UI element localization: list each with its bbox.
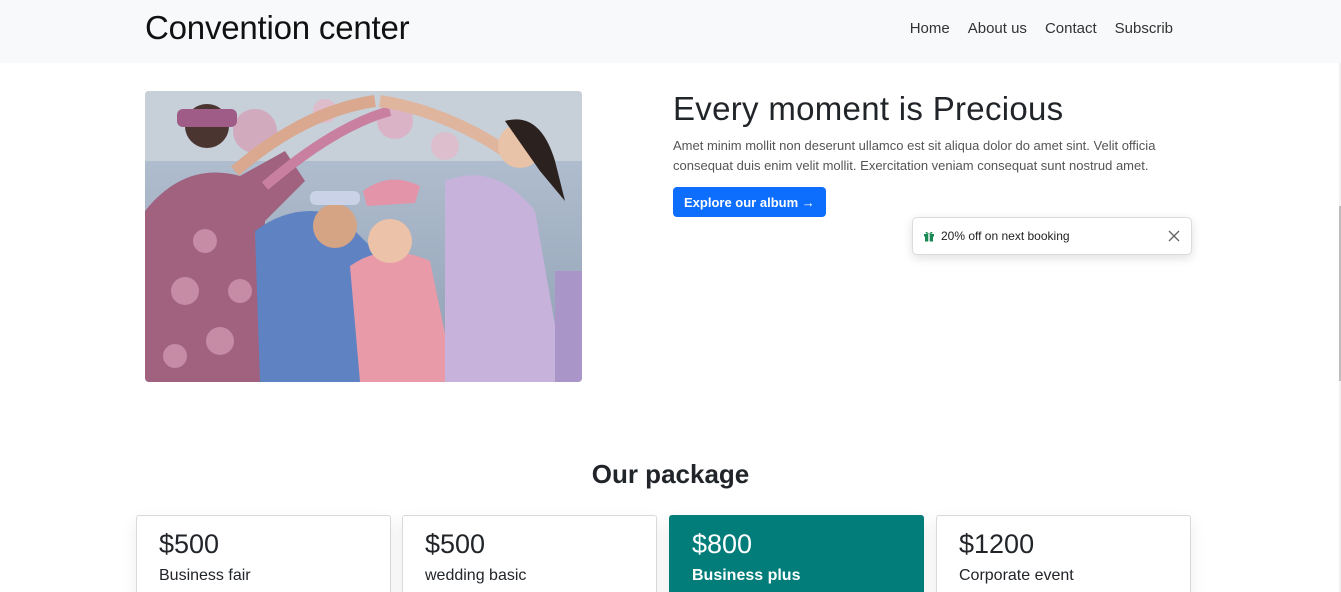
explore-album-button[interactable]: Explore our album → [673,187,826,217]
package-name: Corporate event [959,567,1074,584]
wedding-photo-icon [145,91,582,382]
nav-link-contact[interactable]: Contact [1045,20,1097,37]
package-card-business-plus[interactable]: $800 Business plus [669,515,924,592]
package-name: Business fair [159,567,251,584]
package-name: Business plus [692,567,801,584]
package-price: $500 [159,529,220,559]
promo-toast: 20% off on next booking [912,217,1192,255]
package-card-business-fair[interactable]: $500 Business fair [136,515,391,592]
hero-title: Every moment is Precious [673,90,1064,127]
gift-icon [923,230,935,242]
package-name: wedding basic [425,567,527,584]
hero-description: Amet minim mollit non deserunt ullamco e… [673,138,1156,173]
brand-logo[interactable]: Convention center [145,9,410,47]
package-price: $500 [425,529,486,559]
nav-link-about-us[interactable]: About us [968,20,1027,37]
section-title-packages: Our package [591,459,750,489]
hero-image [145,91,582,382]
nav-links: Home About us Contact Subscrib [910,20,1173,37]
nav-link-home[interactable]: Home [910,20,950,37]
toast-message: 20% off on next booking [941,229,1070,243]
package-price: $800 [692,529,753,559]
close-icon[interactable] [1167,229,1181,243]
package-card-corporate-event[interactable]: $1200 Corporate event [936,515,1191,592]
package-price: $1200 [959,529,1035,559]
package-card-wedding-basic[interactable]: $500 wedding basic [402,515,657,592]
navbar: Convention center Home About us Contact … [0,0,1341,63]
nav-link-subscribe[interactable]: Subscrib [1115,20,1173,37]
